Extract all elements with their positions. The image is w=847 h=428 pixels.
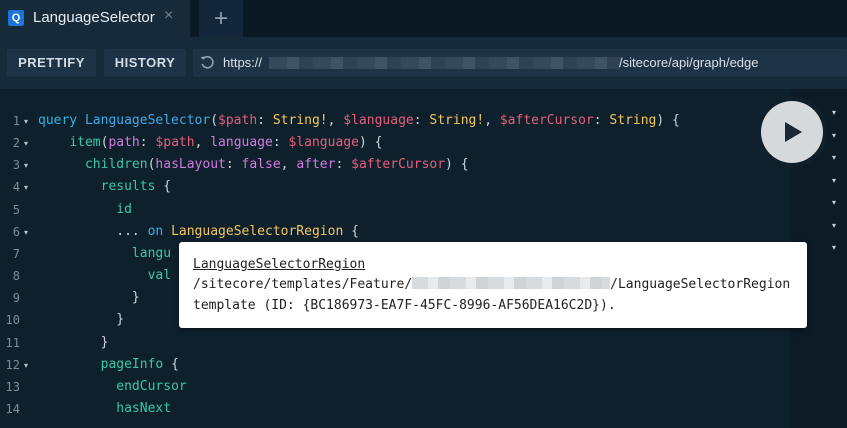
code-line: children(hasLayout: false, after: $after…: [84, 157, 469, 172]
line-number: 4: [12, 180, 20, 194]
line-number: 2: [12, 136, 20, 150]
tooltip-template-id: template (ID: {BC186973-EA7F-45FC-8996-A…: [193, 298, 616, 313]
collapse-caret-icon[interactable]: ▾: [832, 153, 836, 162]
line-number: 13: [5, 380, 20, 394]
line-number: 8: [12, 269, 20, 283]
tab-title: LanguageSelector: [33, 9, 155, 26]
tooltip-type-link[interactable]: LanguageSelectorRegion: [193, 257, 365, 272]
endpoint-url-input[interactable]: https:// /sitecore/api/graph/edge: [193, 49, 847, 77]
url-redacted: [269, 57, 621, 69]
code-line: item(path: $path, language: $language) {: [69, 135, 383, 150]
graphql-logo-icon: Q: [8, 10, 24, 26]
code-line: langu: [131, 246, 172, 261]
line-number: 7: [12, 247, 20, 261]
collapse-caret-icon[interactable]: ▾: [832, 131, 836, 140]
prettify-button[interactable]: PRETTIFY: [7, 49, 96, 77]
line-number: 6: [12, 225, 20, 239]
close-icon[interactable]: ×: [164, 7, 173, 25]
fold-toggle-icon[interactable]: ▾: [24, 161, 28, 170]
history-button[interactable]: HISTORY: [104, 49, 186, 77]
type-info-tooltip: LanguageSelectorRegion /sitecore/templat…: [179, 242, 807, 328]
code-line: results {: [100, 179, 172, 194]
line-number: 10: [5, 313, 20, 327]
code-line: val: [147, 268, 172, 283]
code-line: pageInfo {: [100, 357, 179, 372]
collapse-caret-icon[interactable]: ▾: [832, 198, 836, 207]
url-prefix: https://: [223, 55, 263, 70]
tooltip-path: /sitecore/templates/Feature//LanguageSel…: [193, 277, 791, 292]
code-line: query LanguageSelector($path: String!, $…: [38, 113, 680, 128]
line-number: 11: [5, 336, 20, 350]
line-number: 12: [5, 358, 20, 372]
code-line: ... on LanguageSelectorRegion {: [116, 224, 359, 239]
tab-bar: Q LanguageSelector × +: [0, 0, 847, 37]
line-number: 5: [12, 203, 20, 217]
collapse-caret-icon[interactable]: ▾: [832, 243, 836, 252]
fold-toggle-icon[interactable]: ▾: [24, 139, 28, 148]
code-line: hasNext: [116, 401, 172, 416]
toolbar: PRETTIFY HISTORY https:// /sitecore/api/…: [0, 37, 847, 89]
collapse-caret-icon[interactable]: ▾: [832, 221, 836, 230]
tab-languageselector[interactable]: Q LanguageSelector ×: [0, 0, 190, 37]
code-line: }: [131, 290, 140, 305]
path-redacted: [412, 277, 611, 289]
execute-query-button[interactable]: [761, 101, 823, 163]
reload-icon[interactable]: [199, 54, 216, 76]
line-number: 1: [12, 114, 20, 128]
collapse-caret-icon[interactable]: ▾: [832, 108, 836, 117]
code-line: }: [100, 335, 109, 350]
fold-toggle-icon[interactable]: ▾: [24, 361, 28, 370]
line-number: 9: [12, 291, 20, 305]
add-tab-button[interactable]: +: [199, 0, 243, 37]
code-line: endCursor: [116, 379, 187, 394]
code-line: }: [116, 312, 125, 327]
collapse-caret-icon[interactable]: ▾: [832, 176, 836, 185]
fold-toggle-icon[interactable]: ▾: [24, 117, 28, 126]
url-suffix: /sitecore/api/graph/edge: [619, 55, 759, 70]
line-number: 14: [5, 402, 20, 416]
code-line: id: [116, 202, 132, 217]
fold-toggle-icon[interactable]: ▾: [24, 183, 28, 192]
fold-toggle-icon[interactable]: ▾: [24, 228, 28, 237]
play-icon: [785, 122, 802, 142]
line-number: 3: [12, 158, 20, 172]
